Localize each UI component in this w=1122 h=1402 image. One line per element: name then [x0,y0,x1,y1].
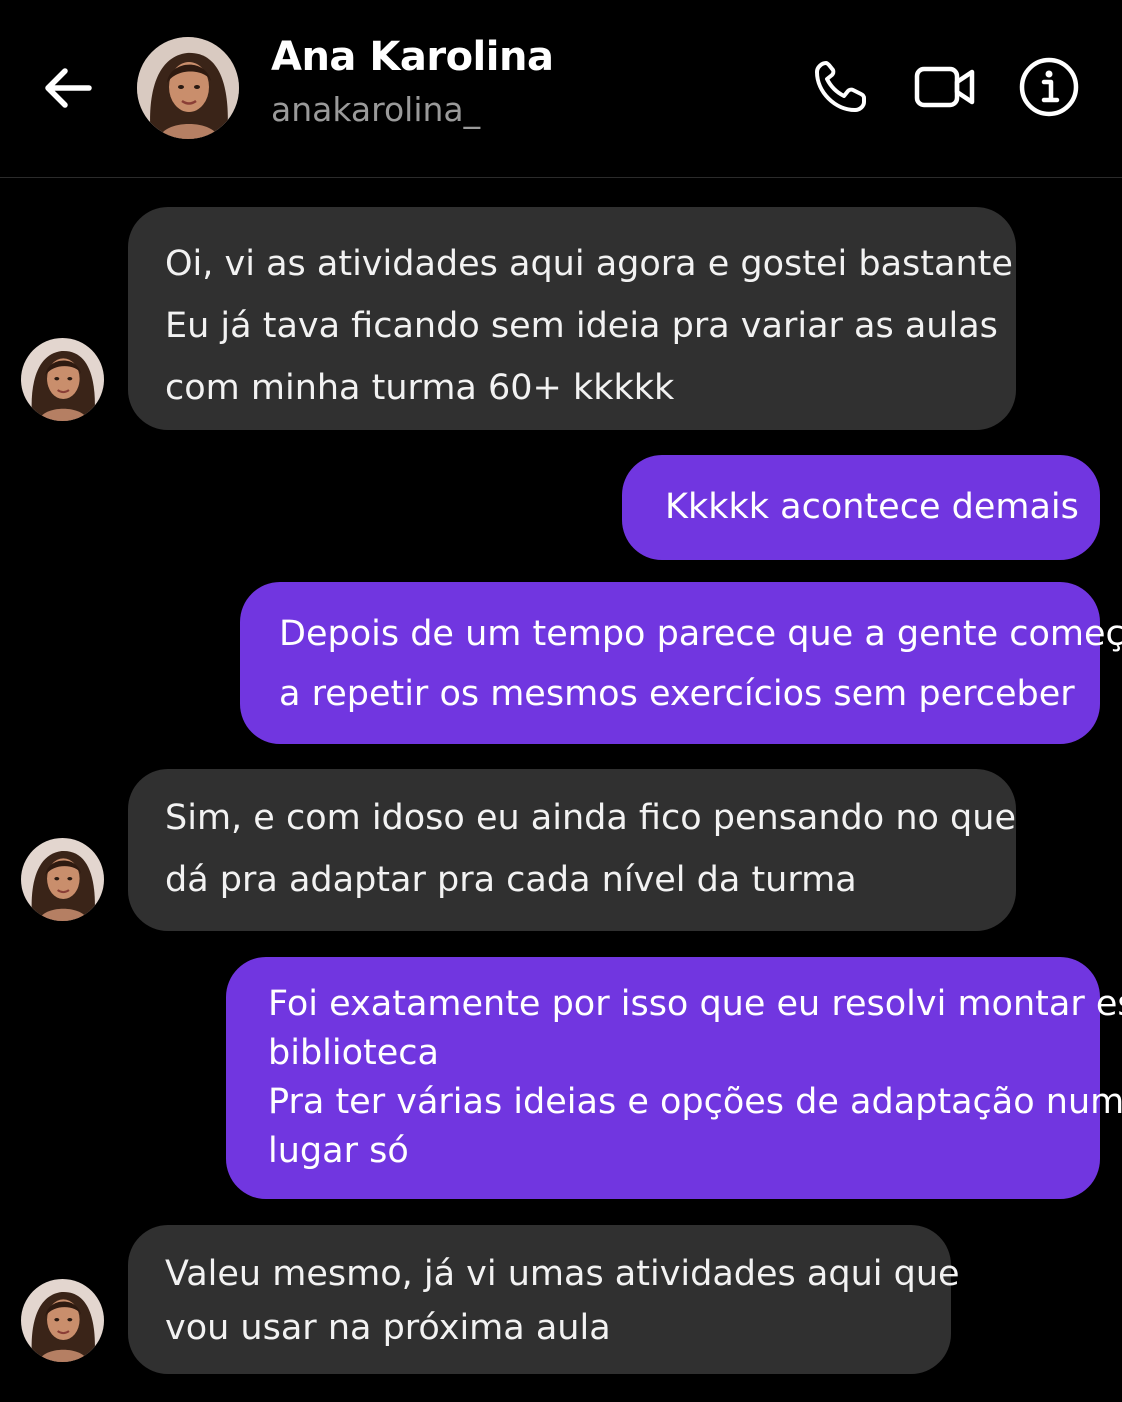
contact-name[interactable]: Ana Karolina [271,34,554,80]
outgoing-message[interactable]: Kkkkk acontece demais [622,455,1100,560]
message-text: vou usar na próxima aula [165,1308,611,1348]
message-text: biblioteca [268,1033,439,1073]
message-text: a repetir os mesmos exercícios sem perce… [279,674,1075,714]
outgoing-message[interactable]: Depois de um tempo parece que a gente co… [240,582,1122,744]
back-button[interactable] [40,60,96,116]
contact-avatar[interactable] [137,37,239,139]
message-text: com minha turma 60+ kkkkk [165,368,675,408]
chat-screen: Ana Karolina anakarolina_ Oi, vi as ativ… [0,0,1122,1402]
sender-avatar[interactable] [21,1279,104,1362]
arrow-left-icon [45,68,92,108]
message-text: Eu já tava ficando sem ideia pra variar … [165,306,998,346]
sender-avatar[interactable] [21,838,104,921]
voice-call-button[interactable] [808,55,872,119]
message-text: Foi exatamente por isso que eu resolvi m… [268,984,1122,1024]
sender-avatar[interactable] [21,338,104,421]
video-call-button[interactable] [913,55,977,119]
contact-handle: anakarolina_ [271,90,481,129]
incoming-message[interactable]: Sim, e com idoso eu ainda fico pensando … [128,769,1016,931]
message-text: Oi, vi as atividades aqui agora e gostei… [165,244,1013,284]
video-camera-icon [914,66,975,108]
incoming-message[interactable]: Oi, vi as atividades aqui agora e gostei… [128,207,1016,430]
phone-icon [815,61,866,112]
message-text: Pra ter várias ideias e opções de adapta… [268,1082,1122,1122]
info-icon [1019,57,1079,117]
message-text: Kkkkk acontece demais [665,487,1079,527]
message-text: Valeu mesmo, já vi umas atividades aqui … [165,1254,960,1294]
info-button[interactable] [1017,55,1081,119]
message-text: Sim, e com idoso eu ainda fico pensando … [165,798,1016,838]
outgoing-message[interactable]: Foi exatamente por isso que eu resolvi m… [226,957,1122,1199]
incoming-message[interactable]: Valeu mesmo, já vi umas atividades aqui … [128,1225,960,1374]
chat-header: Ana Karolina anakarolina_ [0,0,1122,178]
message-text: dá pra adaptar pra cada nível da turma [165,860,857,900]
message-text: Depois de um tempo parece que a gente co… [279,614,1122,654]
message-text: lugar só [268,1131,409,1171]
